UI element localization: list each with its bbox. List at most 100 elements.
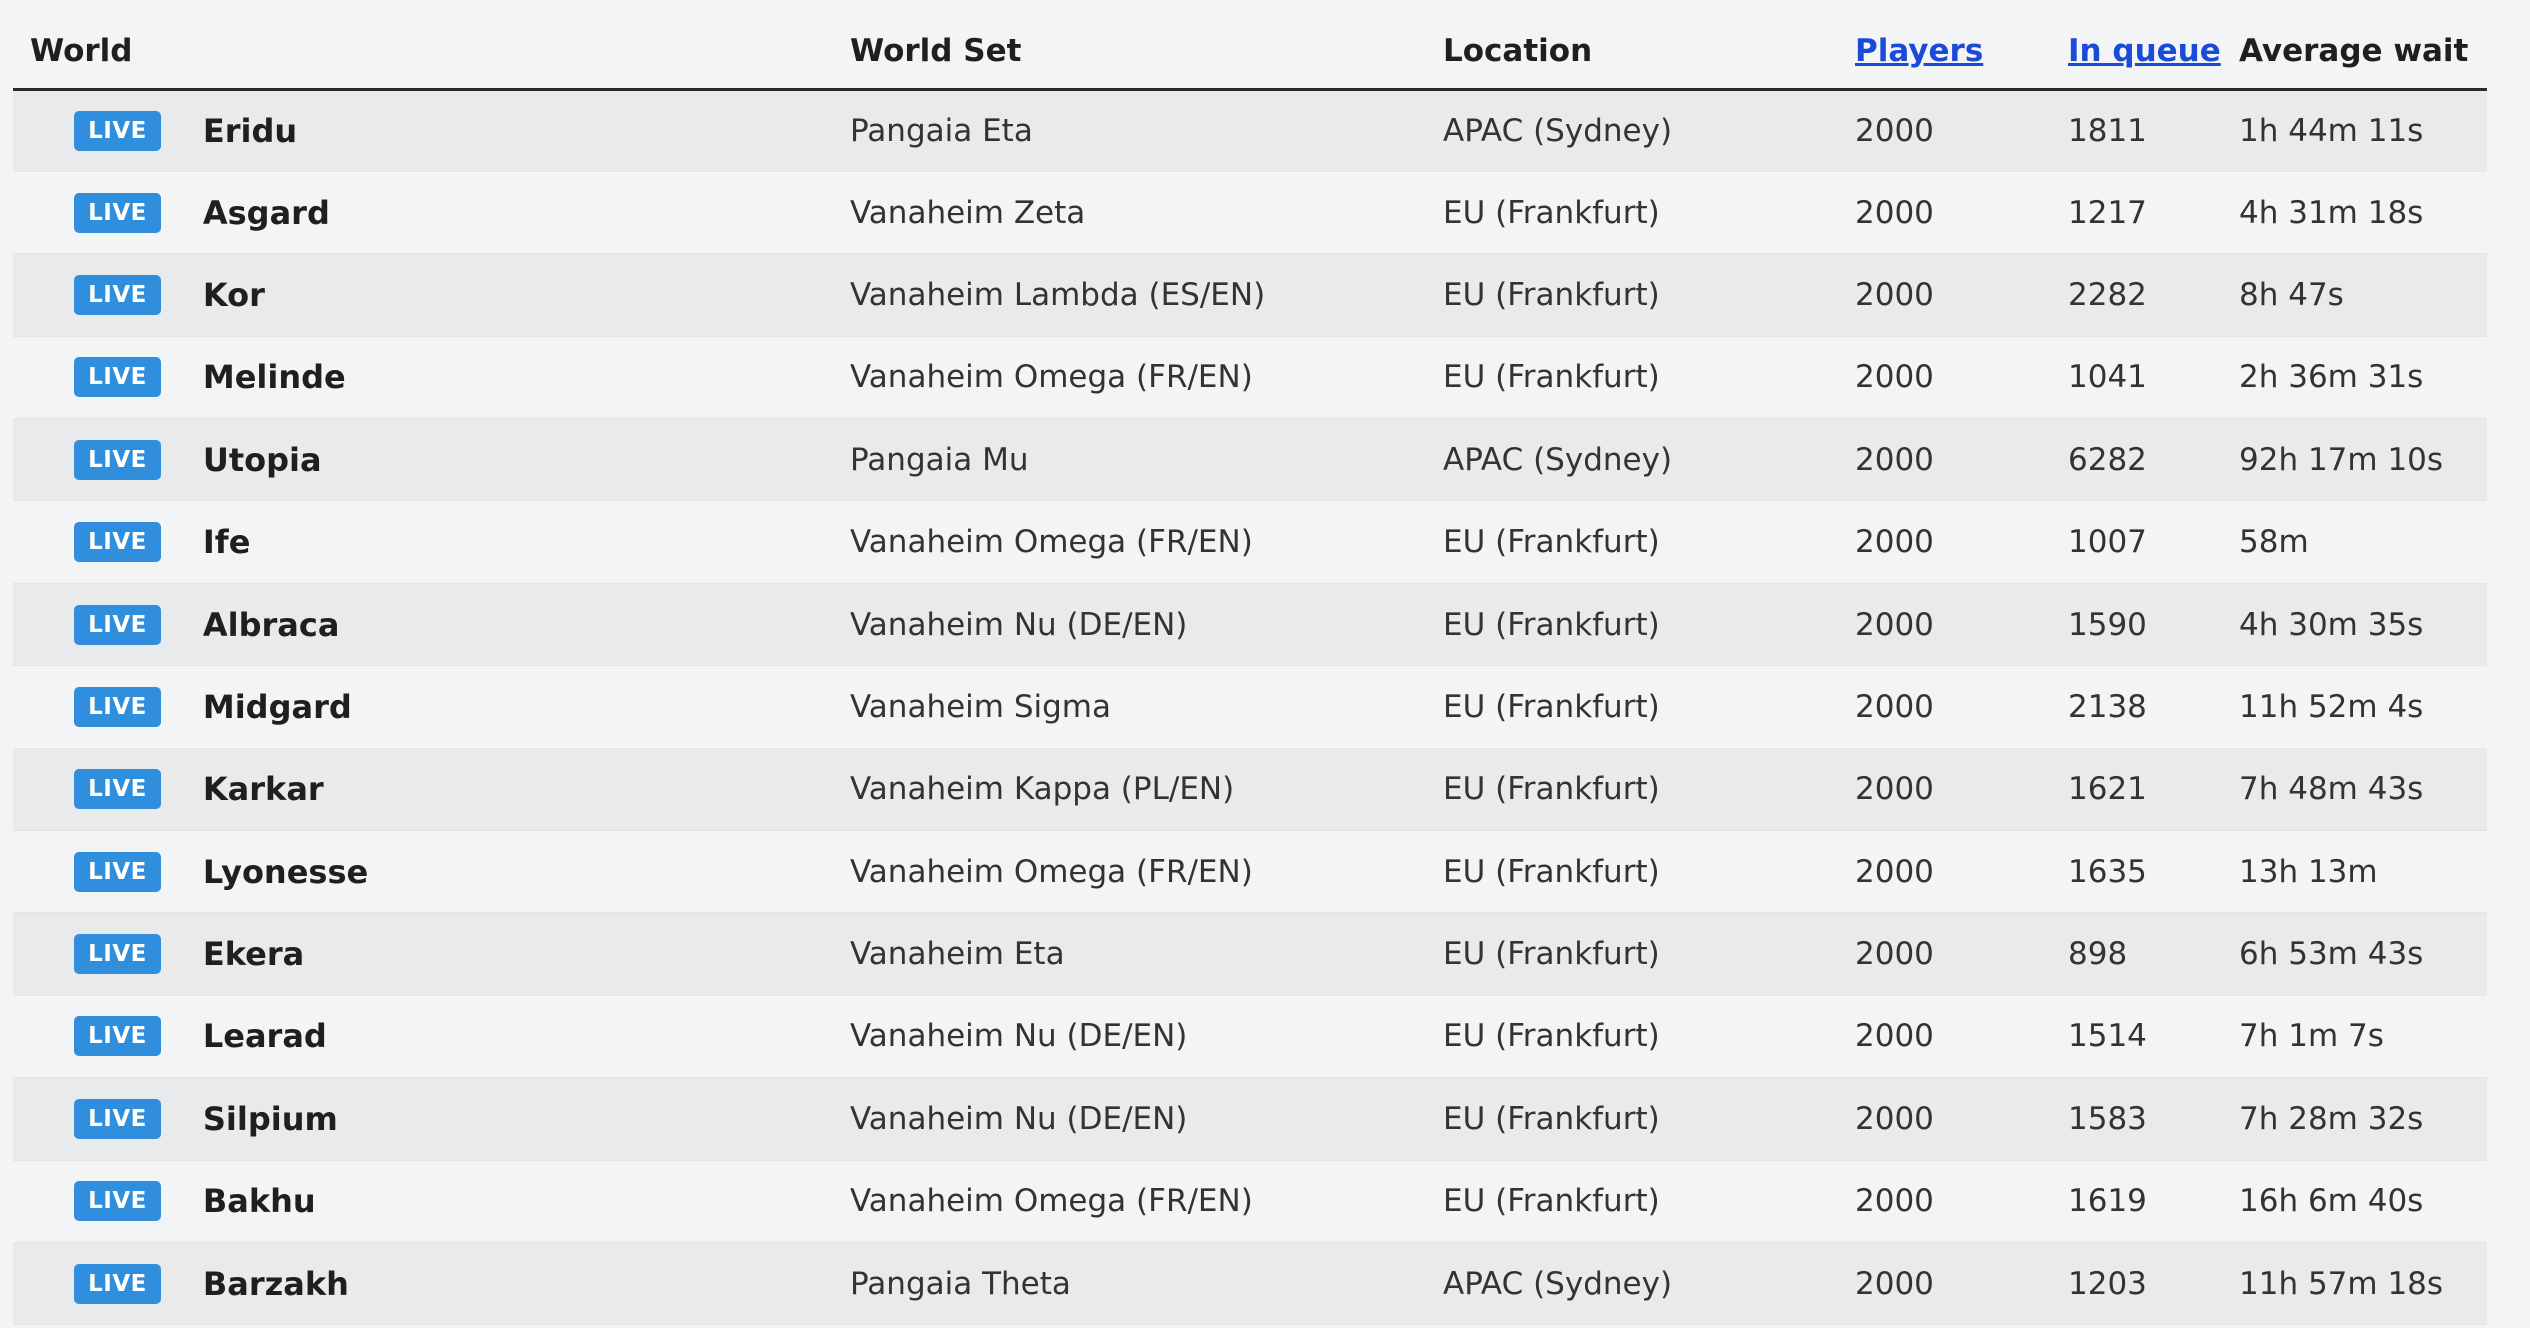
world-set-cell: Vanaheim Nu (DE/EN) <box>850 606 1188 643</box>
table-row: LIVE Albraca Vanaheim Nu (DE/EN) EU (Fra… <box>13 583 2487 666</box>
world-cell: LIVE Albraca <box>13 583 850 665</box>
in-queue-cell: 1811 <box>2068 112 2147 149</box>
live-status-badge: LIVE <box>74 522 161 563</box>
world-set-cell: Vanaheim Omega (FR/EN) <box>850 359 1253 396</box>
live-status-badge: LIVE <box>74 192 161 233</box>
average-wait-cell: 7h 1m 7s <box>2239 1018 2384 1055</box>
table-body: LIVE Eridu Pangaia Eta APAC (Sydney) 200… <box>13 89 2487 1325</box>
world-cell: LIVE Karkar <box>13 748 850 830</box>
world-set-cell: Pangaia Theta <box>850 1265 1071 1302</box>
location-cell: EU (Frankfurt) <box>1443 524 1660 561</box>
in-queue-cell: 1590 <box>2068 606 2147 643</box>
players-cell: 2000 <box>1855 1100 1934 1137</box>
world-name: Utopia <box>202 440 322 479</box>
players-cell: 2000 <box>1855 688 1934 725</box>
table-row: LIVE Bakhu Vanaheim Omega (FR/EN) EU (Fr… <box>13 1160 2487 1243</box>
players-cell: 2000 <box>1855 276 1934 313</box>
world-set-cell: Vanaheim Eta <box>850 936 1065 973</box>
header-row: World World Set Location Players In queu… <box>13 0 2487 91</box>
location-cell: EU (Frankfurt) <box>1443 936 1660 973</box>
table-row: LIVE Ekera Vanaheim Eta EU (Frankfurt) 2… <box>13 912 2487 996</box>
in-queue-cell: 1635 <box>2068 853 2147 890</box>
location-cell: EU (Frankfurt) <box>1443 194 1660 231</box>
table-row: LIVE Utopia Pangaia Mu APAC (Sydney) 200… <box>13 418 2487 501</box>
header-in-queue: In queue <box>2068 0 2239 91</box>
average-wait-cell: 11h 57m 18s <box>2239 1265 2444 1302</box>
location-cell: EU (Frankfurt) <box>1443 771 1660 808</box>
in-queue-cell: 1007 <box>2068 524 2147 561</box>
world-queue-table: World World Set Location Players In queu… <box>13 0 2487 1325</box>
players-cell: 2000 <box>1855 112 1934 149</box>
in-queue-cell: 2138 <box>2068 688 2147 725</box>
location-cell: APAC (Sydney) <box>1443 441 1673 478</box>
live-status-badge: LIVE <box>74 357 161 398</box>
average-wait-cell: 11h 52m 4s <box>2239 688 2424 725</box>
location-cell: EU (Frankfurt) <box>1443 1018 1660 1055</box>
live-status-badge: LIVE <box>74 686 161 727</box>
world-name: Silpium <box>202 1099 338 1138</box>
world-name: Learad <box>202 1017 327 1056</box>
average-wait-cell: 13h 13m <box>2239 853 2378 890</box>
sort-by-in-queue-link[interactable]: In queue <box>2068 33 2221 69</box>
players-cell: 2000 <box>1855 441 1934 478</box>
world-set-cell: Vanaheim Lambda (ES/EN) <box>850 276 1266 313</box>
location-cell: EU (Frankfurt) <box>1443 276 1660 313</box>
table-row: LIVE Eridu Pangaia Eta APAC (Sydney) 200… <box>13 89 2487 172</box>
in-queue-cell: 6282 <box>2068 441 2147 478</box>
world-cell: LIVE Bakhu <box>13 1160 850 1242</box>
in-queue-cell: 898 <box>2068 936 2128 973</box>
header-world: World <box>13 0 850 91</box>
average-wait-cell: 4h 30m 35s <box>2239 606 2424 643</box>
average-wait-cell: 6h 53m 43s <box>2239 936 2424 973</box>
table-row: LIVE Lyonesse Vanaheim Omega (FR/EN) EU … <box>13 830 2487 913</box>
world-queue-table-container: World World Set Location Players In queu… <box>13 0 2487 1325</box>
average-wait-cell: 7h 28m 32s <box>2239 1100 2424 1137</box>
in-queue-cell: 1217 <box>2068 194 2147 231</box>
world-name: Bakhu <box>202 1182 316 1221</box>
world-cell: LIVE Ife <box>13 501 850 583</box>
world-cell: LIVE Kor <box>13 254 850 336</box>
world-set-cell: Vanaheim Sigma <box>850 688 1111 725</box>
world-cell: LIVE Eridu <box>13 89 850 171</box>
table-row: LIVE Kor Vanaheim Lambda (ES/EN) EU (Fra… <box>13 253 2487 337</box>
table-row: LIVE Asgard Vanaheim Zeta EU (Frankfurt)… <box>13 171 2487 254</box>
players-cell: 2000 <box>1855 606 1934 643</box>
players-cell: 2000 <box>1855 194 1934 231</box>
world-name: Albraca <box>202 605 340 644</box>
header-players: Players <box>1855 0 2068 91</box>
live-status-badge: LIVE <box>74 1263 161 1304</box>
world-name: Kor <box>202 275 265 314</box>
average-wait-cell: 7h 48m 43s <box>2239 771 2424 808</box>
in-queue-cell: 1621 <box>2068 771 2147 808</box>
world-name: Asgard <box>202 193 330 232</box>
live-status-badge: LIVE <box>74 934 161 975</box>
world-cell: LIVE Utopia <box>13 419 850 501</box>
location-cell: APAC (Sydney) <box>1443 1265 1673 1302</box>
header-location: Location <box>1443 0 1855 91</box>
in-queue-cell: 2282 <box>2068 276 2147 313</box>
world-name: Eridu <box>202 111 298 150</box>
players-cell: 2000 <box>1855 1183 1934 1220</box>
players-cell: 2000 <box>1855 1018 1934 1055</box>
location-cell: EU (Frankfurt) <box>1443 688 1660 725</box>
world-name: Barzakh <box>202 1264 349 1303</box>
average-wait-cell: 4h 31m 18s <box>2239 194 2424 231</box>
in-queue-cell: 1041 <box>2068 359 2147 396</box>
header-average-wait: Average wait <box>2239 0 2487 91</box>
world-name: Ife <box>202 523 251 562</box>
world-cell: LIVE Lyonesse <box>13 831 850 913</box>
table-row: LIVE Karkar Vanaheim Kappa (PL/EN) EU (F… <box>13 748 2487 831</box>
sort-by-players-link[interactable]: Players <box>1855 33 1983 69</box>
location-cell: EU (Frankfurt) <box>1443 853 1660 890</box>
world-cell: LIVE Ekera <box>13 913 850 995</box>
average-wait-cell: 8h 47s <box>2239 276 2344 313</box>
world-set-cell: Pangaia Eta <box>850 112 1033 149</box>
players-cell: 2000 <box>1855 771 1934 808</box>
average-wait-cell: 1h 44m 11s <box>2239 112 2424 149</box>
live-status-badge: LIVE <box>74 274 161 315</box>
players-cell: 2000 <box>1855 853 1934 890</box>
in-queue-cell: 1514 <box>2068 1018 2147 1055</box>
world-set-cell: Vanaheim Omega (FR/EN) <box>850 524 1253 561</box>
world-set-cell: Vanaheim Nu (DE/EN) <box>850 1100 1188 1137</box>
world-set-cell: Vanaheim Kappa (PL/EN) <box>850 771 1235 808</box>
